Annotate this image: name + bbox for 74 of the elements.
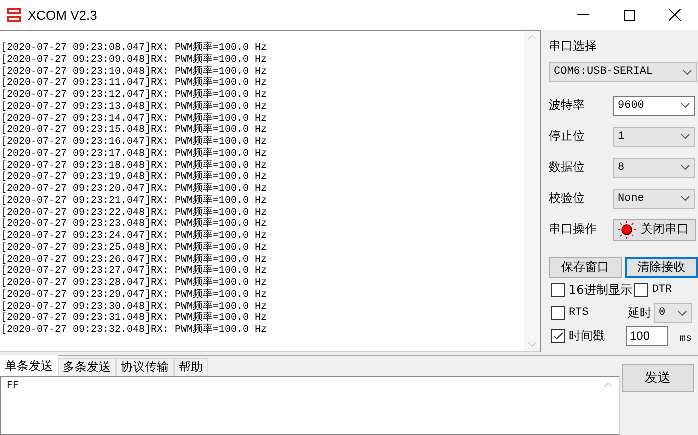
tab[interactable]: 协议传输 bbox=[116, 358, 174, 376]
chevron-icon bbox=[681, 196, 690, 201]
panel-button[interactable]: 清除接收 bbox=[625, 257, 698, 278]
chevron-icon bbox=[681, 165, 690, 170]
log-line: [2020-07-27 09:23:29.047]RX: PWM频率=100.0 Hz bbox=[1, 290, 268, 301]
logo-icon bbox=[6, 7, 22, 23]
checkbox-label: 16进制显示 bbox=[569, 282, 632, 298]
tab[interactable]: 帮助 bbox=[174, 358, 208, 376]
setting-label: 停止位 bbox=[549, 128, 586, 145]
window-title: XCOM V2.3 bbox=[28, 8, 98, 22]
setting-label: 数据位 bbox=[549, 159, 586, 176]
log-line: [2020-07-27 09:23:30.048]RX: PWM频率=100.0 Hz bbox=[1, 302, 268, 312]
log-line: [2020-07-27 09:23:11.047]RX: PWM频率=100.0 Hz bbox=[1, 78, 268, 90]
receive-area[interactable] bbox=[0, 30, 540, 352]
checkbox[interactable] bbox=[634, 283, 648, 297]
close-icon bbox=[669, 9, 681, 21]
setting-dropdown[interactable]: 9600 bbox=[613, 96, 695, 116]
scroll-up-icon bbox=[604, 383, 613, 388]
interval-field[interactable]: 100 bbox=[626, 326, 668, 346]
chevron-icon bbox=[681, 134, 690, 139]
log-line: [2020-07-27 09:23:10.048]RX: PWM频率=100.0 Hz bbox=[1, 66, 268, 78]
log-line: [2020-07-27 09:23:18.048]RX: PWM频率=100.0 Hz bbox=[1, 160, 268, 172]
log-line: [2020-07-27 09:23:20.047]RX: PWM频率=100.0 Hz bbox=[1, 184, 268, 195]
scroll-up-icon bbox=[528, 35, 536, 40]
log-line: [2020-07-27 09:23:22.048]RX: PWM频率=100.0 Hz bbox=[1, 208, 268, 218]
log-line: [2020-07-27 09:23:25.048]RX: PWM频率=100.0 Hz bbox=[1, 242, 268, 254]
checkbox-label: RTS bbox=[569, 307, 589, 319]
log-line: [2020-07-27 09:23:21.047]RX: PWM频率=100.0 Hz bbox=[1, 196, 268, 207]
delay-dropdown[interactable]: 0 bbox=[654, 303, 692, 323]
delay-label: 延时 bbox=[628, 304, 652, 322]
port-dropdown[interactable]: COM6:USB-SERIAL bbox=[549, 62, 697, 82]
tab[interactable]: 多条发送 bbox=[58, 358, 116, 376]
checkbox-label: 时间戳 bbox=[569, 328, 605, 344]
log-line: [2020-07-27 09:23:15.048]RX: PWM频率=100.0 Hz bbox=[1, 125, 268, 136]
scrollbar[interactable] bbox=[524, 31, 540, 351]
setting-dropdown[interactable]: None bbox=[613, 188, 695, 208]
unit-label: ms bbox=[680, 334, 692, 344]
checkbox[interactable] bbox=[551, 306, 565, 320]
checkbox-label: DTR bbox=[652, 284, 672, 296]
log-line: [2020-07-27 09:23:16.047]RX: PWM频率=100.0 Hz bbox=[1, 137, 268, 148]
log-line: [2020-07-27 09:23:08.047]RX: PWM频率=100.0 Hz bbox=[1, 43, 268, 54]
setting-label: 波特率 bbox=[549, 97, 586, 114]
log-line: [2020-07-27 09:23:32.048]RX: PWM频率=100.0 Hz bbox=[1, 325, 268, 337]
panel-button[interactable]: 保存窗口 bbox=[549, 257, 622, 278]
setting-dropdown[interactable]: 1 bbox=[613, 126, 695, 146]
log-line: [2020-07-27 09:23:26.047]RX: PWM频率=100.0 Hz bbox=[1, 254, 268, 266]
checkbox[interactable] bbox=[551, 329, 565, 343]
log-line: [2020-07-27 09:23:31.048]RX: PWM频率=100.0 Hz bbox=[1, 313, 268, 324]
port-label: 串口选择 bbox=[549, 38, 598, 55]
log-line: [2020-07-27 09:23:24.047]RX: PWM频率=100.0 Hz bbox=[1, 231, 268, 242]
chevron-icon bbox=[681, 103, 690, 108]
log-line: [2020-07-27 09:23:23.048]RX: PWM频率=100.0 Hz bbox=[1, 219, 268, 230]
chevron-icon bbox=[683, 70, 692, 74]
setting-dropdown[interactable]: 8 bbox=[613, 158, 695, 178]
close-port-button[interactable]: 关闭串口 bbox=[613, 218, 696, 240]
minimize-icon bbox=[577, 14, 589, 16]
log-line: [2020-07-27 09:23:09.048]RX: PWM频率=100.0 Hz bbox=[1, 54, 268, 66]
log-line: [2020-07-27 09:23:17.048]RX: PWM频率=100.0 Hz bbox=[1, 148, 268, 160]
send-button[interactable]: 发送 bbox=[622, 364, 694, 392]
log-line: [2020-07-27 09:23:27.047]RX: PWM频率=100.0 Hz bbox=[1, 266, 268, 278]
chevron-icon bbox=[678, 310, 687, 316]
check-icon bbox=[552, 332, 564, 340]
maximize-icon bbox=[624, 10, 634, 20]
log-line: [2020-07-27 09:23:28.047]RX: PWM频率=100.0 Hz bbox=[1, 278, 268, 289]
log-line: [2020-07-27 09:23:14.047]RX: PWM频率=100.0 Hz bbox=[1, 114, 268, 124]
log-line: [2020-07-27 09:23:12.047]RX: PWM频率=100.0 Hz bbox=[1, 90, 268, 101]
scroll-down-icon bbox=[528, 342, 536, 347]
checkbox[interactable] bbox=[551, 283, 565, 297]
send-field[interactable]: FF bbox=[0, 376, 620, 435]
operation-label: 串口操作 bbox=[549, 221, 598, 238]
log-line: [2020-07-27 09:23:19.048]RX: PWM频率=100.0 Hz bbox=[1, 172, 268, 184]
setting-label: 校验位 bbox=[549, 190, 586, 207]
tab[interactable]: 单条发送 bbox=[0, 355, 58, 376]
log-line: [2020-07-27 09:23:13.048]RX: PWM频率=100.0 Hz bbox=[1, 102, 268, 113]
